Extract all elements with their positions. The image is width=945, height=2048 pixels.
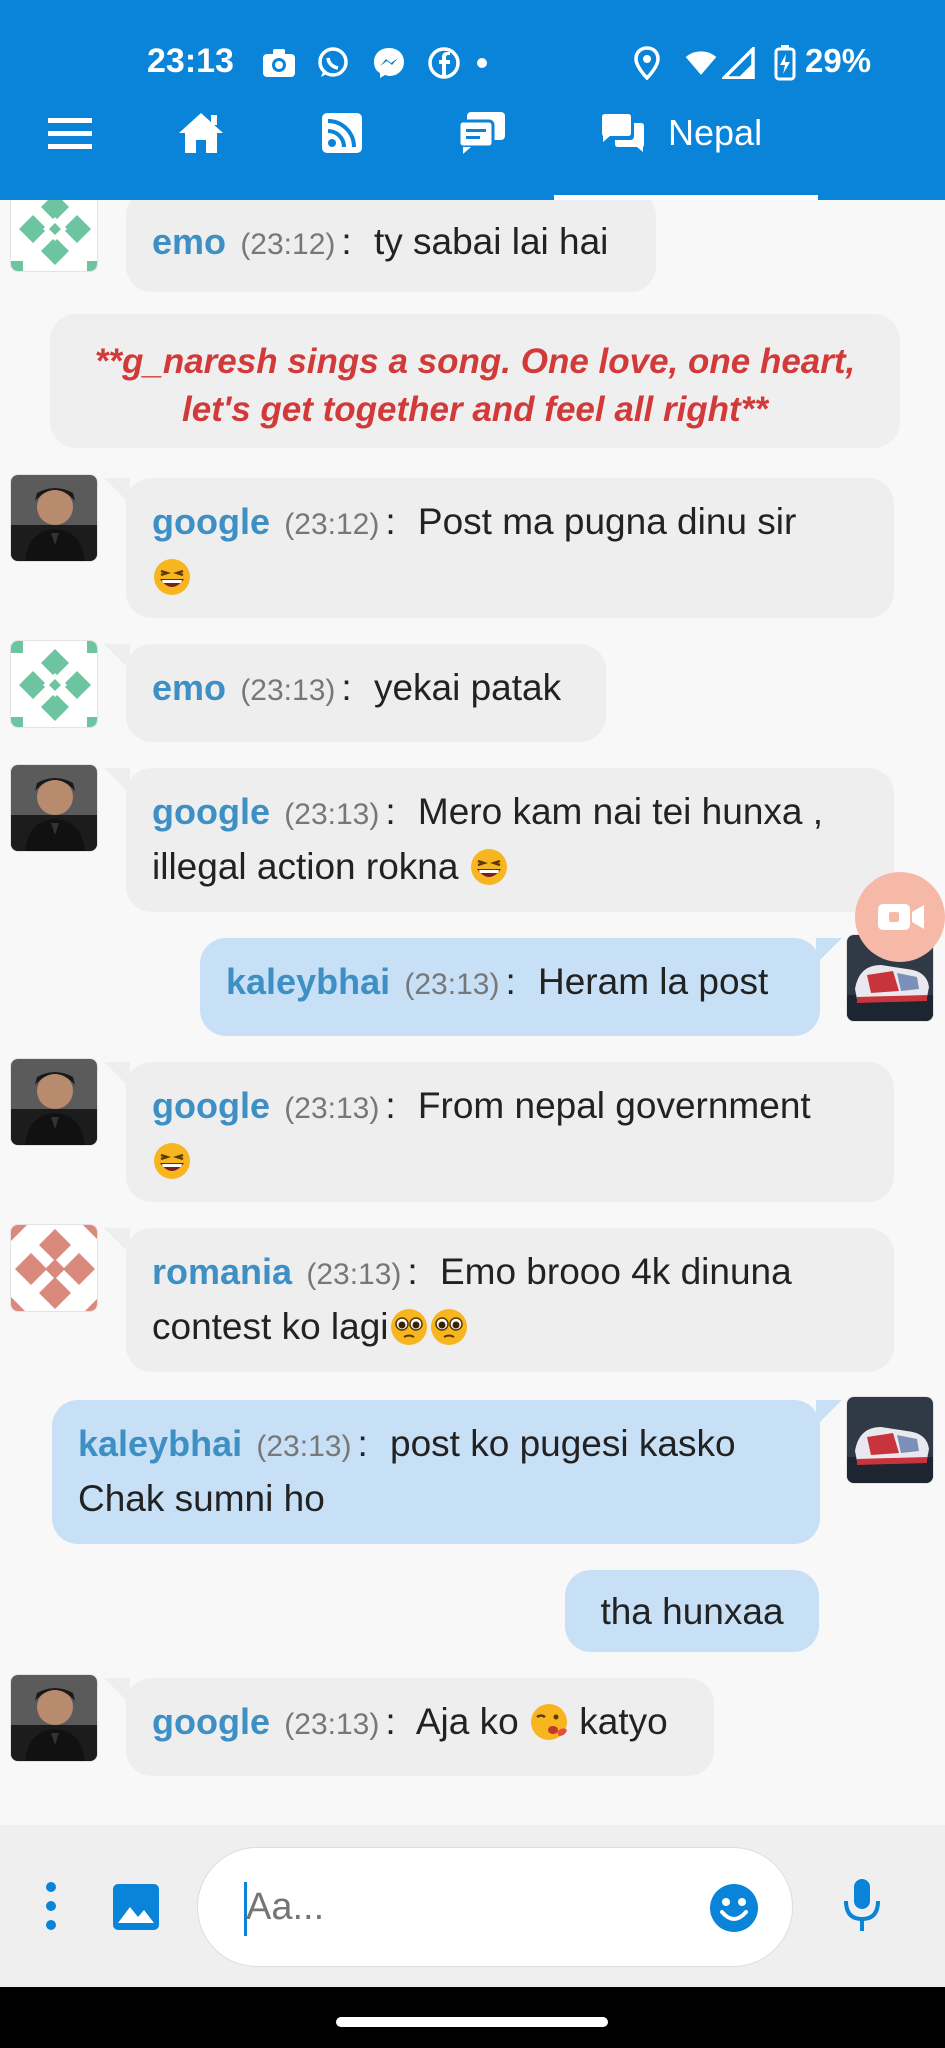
message-time: (23:13) (306, 1258, 402, 1291)
menu-button[interactable] (40, 98, 100, 168)
image-icon (113, 1884, 159, 1930)
home-icon (179, 113, 223, 153)
message-username[interactable]: google (152, 791, 270, 832)
chatrooms-tab[interactable] (455, 98, 509, 168)
message-text: yekai patak (373, 667, 562, 708)
video-camera-icon (878, 904, 924, 930)
tab-nepal-label: Nepal (668, 112, 763, 153)
message-username[interactable]: emo (152, 667, 226, 708)
kissing-face-emoji-icon (530, 1704, 567, 1740)
app-header: 23:13 29% Nepal (0, 0, 945, 200)
message-time: (23:13) (240, 674, 336, 707)
emoji-picker-button[interactable] (708, 1882, 760, 1934)
message-username[interactable]: romania (152, 1251, 292, 1292)
message-text: Aja ko (415, 1701, 519, 1742)
video-call-button[interactable] (855, 872, 945, 962)
message-bubble[interactable]: romania (23:13): Emo brooo 4k dinuna con… (104, 1228, 894, 1372)
signal-icon (722, 46, 756, 80)
more-vertical-icon (46, 1882, 56, 1930)
message-time: (23:13) (284, 1708, 380, 1741)
message-username[interactable]: google (152, 501, 270, 542)
grinning-squint-emoji-icon (154, 559, 190, 595)
grinning-squint-emoji-icon (470, 849, 507, 885)
message-time: (23:12) (284, 508, 380, 541)
message-bubble[interactable]: google (23:13): Mero kam nai tei hunxa ,… (104, 768, 894, 912)
battery-percent: 29% (805, 42, 872, 79)
message-bubble-outgoing[interactable]: kaleybhai (23:13): post ko pugesi kasko … (52, 1400, 842, 1544)
message-time: (23:13) (404, 968, 500, 1001)
message-bubble[interactable]: google (23:12): Post ma pugna dinu sir (104, 478, 894, 618)
messenger-icon (372, 46, 406, 80)
message-username[interactable]: kaleybhai (78, 1423, 242, 1464)
message-text: Post ma pugna dinu sir (417, 501, 797, 542)
message-username[interactable]: kaleybhai (226, 961, 390, 1002)
camera-icon (262, 46, 296, 80)
message-username[interactable]: google (152, 1085, 270, 1126)
avatar-google[interactable] (10, 474, 98, 562)
dot-icon (465, 46, 499, 80)
message-time: (23:12) (240, 228, 336, 261)
system-navigation-bar (0, 1987, 945, 2048)
message-bubble[interactable]: emo (23:13): yekai patak (104, 644, 606, 742)
location-icon (630, 46, 664, 80)
chat-rooms-icon (457, 112, 505, 154)
whatsapp-icon (316, 46, 350, 80)
message-text: From nepal government (417, 1085, 811, 1126)
top-nav: Nepal (0, 98, 945, 200)
message-time: (23:13) (284, 798, 380, 831)
action-message: **g_naresh sings a song. One love, one h… (50, 314, 900, 448)
message-bubble[interactable]: google (23:13): Aja ko katyo (104, 1678, 714, 1776)
home-tab[interactable] (175, 98, 227, 168)
tab-nepal[interactable]: Nepal (600, 98, 790, 168)
message-time: (23:13) (284, 1092, 380, 1125)
message-text: tha hunxaa (600, 1591, 784, 1632)
avatar-emo[interactable] (10, 200, 98, 272)
message-text-line2: katyo (579, 1701, 668, 1742)
action-text: **g_naresh sings a song. One love, one h… (94, 342, 856, 429)
grinning-squint-emoji-icon (154, 1143, 190, 1179)
message-bubble[interactable]: emo (23:12): ty sabai lai hai (126, 200, 656, 292)
composer-bar (0, 1825, 945, 1987)
more-options-button[interactable] (36, 1879, 66, 1933)
message-text: post ko pugesi kasko (390, 1423, 736, 1464)
message-text-line2: illegal action rokna (152, 846, 459, 887)
facebook-icon (427, 46, 461, 80)
wifi-icon (684, 46, 718, 80)
pleading-face-emoji-icon (390, 1309, 427, 1345)
message-text-line2: Chak sumni ho (78, 1478, 325, 1519)
pleading-face-emoji-icon (430, 1309, 467, 1345)
rss-feed-icon (322, 113, 362, 153)
feed-tab[interactable] (318, 98, 366, 168)
status-bar: 23:13 29% (0, 36, 945, 86)
message-time: (23:13) (256, 1430, 352, 1463)
status-time: 23:13 (147, 42, 234, 80)
message-input[interactable] (246, 1886, 646, 1929)
message-input-container[interactable] (197, 1847, 793, 1967)
hamburger-icon (48, 118, 92, 149)
message-text: Mero kam nai tei hunxa , (417, 791, 824, 832)
battery-charging-icon (768, 45, 802, 81)
image-attach-button[interactable] (112, 1883, 160, 1931)
message-bubble-outgoing[interactable]: tha hunxaa (565, 1570, 819, 1652)
message-text-line2: contest ko lagi (152, 1306, 389, 1347)
avatar-google[interactable] (10, 764, 98, 852)
smiley-icon (710, 1884, 758, 1932)
message-text: Emo brooo 4k dinuna (439, 1251, 792, 1292)
chat-bubbles-icon (602, 114, 644, 152)
avatar-emo[interactable] (10, 640, 98, 728)
avatar-google[interactable] (10, 1674, 98, 1762)
microphone-icon (844, 1879, 880, 1931)
message-username[interactable]: google (152, 1701, 270, 1742)
message-bubble-outgoing[interactable]: kaleybhai (23:13): Heram la post (200, 938, 842, 1036)
message-text: ty sabai lai hai (373, 221, 609, 262)
avatar-google[interactable] (10, 1058, 98, 1146)
message-username[interactable]: emo (152, 221, 226, 262)
chat-messages[interactable]: emo (23:12): ty sabai lai hai **g_naresh… (0, 200, 945, 1825)
home-gesture-handle[interactable] (336, 2017, 608, 2027)
message-text: Heram la post (538, 961, 769, 1002)
avatar-romania[interactable] (10, 1224, 98, 1312)
message-bubble[interactable]: google (23:13): From nepal government (104, 1062, 894, 1202)
voice-message-button[interactable] (842, 1877, 882, 1933)
avatar-kaleybhai[interactable] (846, 1396, 934, 1484)
